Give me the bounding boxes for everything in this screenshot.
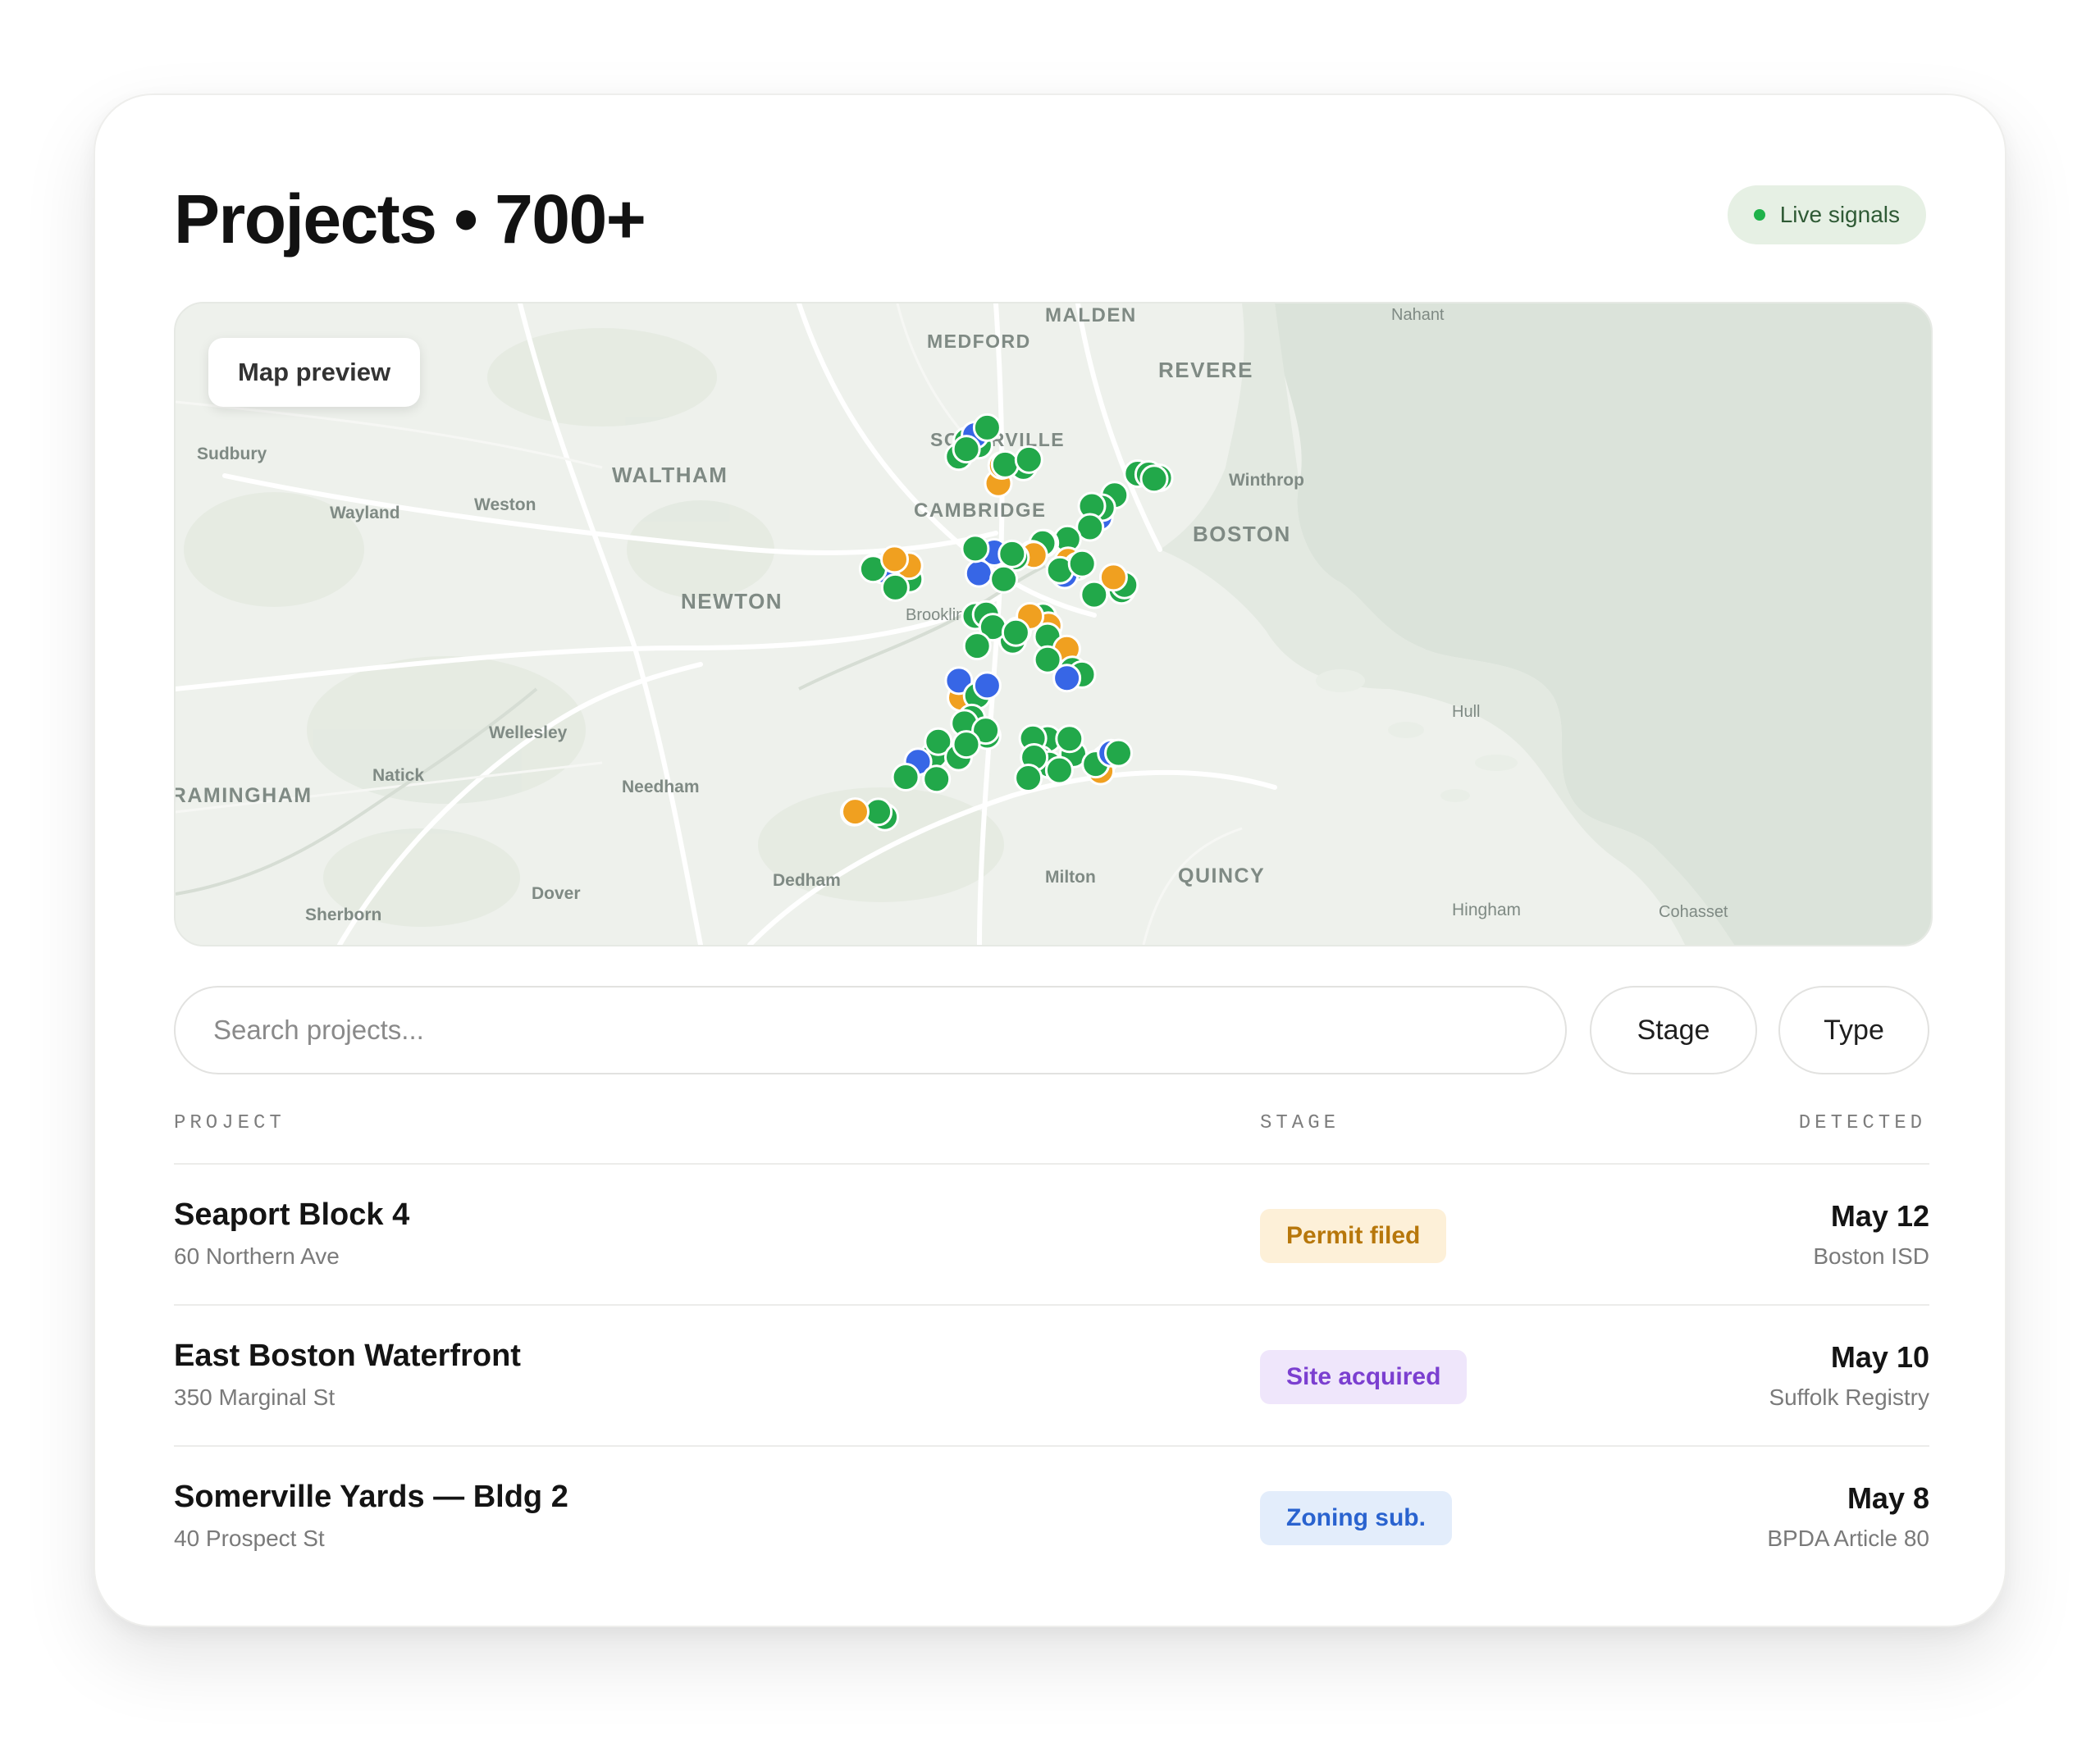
project-marker[interactable] xyxy=(841,797,870,827)
map-label: QUINCY xyxy=(1178,864,1265,887)
project-marker[interactable] xyxy=(1033,645,1062,674)
detected-source: Boston ISD xyxy=(1813,1243,1929,1269)
project-name[interactable]: East Boston Waterfront xyxy=(174,1339,521,1374)
map-label: Needham xyxy=(622,778,700,796)
project-marker[interactable] xyxy=(989,564,1019,594)
map-label: BOSTON xyxy=(1193,522,1291,546)
map-label: MEDFORD xyxy=(927,331,1031,352)
column-header-detected[interactable]: DETECTED xyxy=(1799,1112,1926,1134)
project-address: 40 Prospect St xyxy=(174,1526,325,1551)
project-marker[interactable] xyxy=(952,435,981,464)
project-marker[interactable] xyxy=(1104,738,1133,768)
stage-badge: Zoning sub. xyxy=(1260,1491,1452,1545)
project-marker[interactable] xyxy=(1098,563,1128,592)
map-label: Wellesley xyxy=(489,723,568,742)
page-title: Projects • 700+ xyxy=(174,180,646,258)
map-preview-label: Map preview xyxy=(208,338,421,407)
detected-date: May 12 xyxy=(1830,1199,1929,1233)
map-label: Dover xyxy=(532,884,581,903)
project-marker[interactable] xyxy=(972,413,1002,442)
project-marker[interactable] xyxy=(1014,445,1043,474)
map-label: Winthrop xyxy=(1229,471,1304,490)
project-marker[interactable] xyxy=(1055,724,1084,754)
project-address: 350 Marginal St xyxy=(174,1384,336,1410)
map-label: Wayland xyxy=(330,504,400,522)
project-marker[interactable] xyxy=(998,539,1027,568)
map-label: Hingham xyxy=(1452,901,1521,919)
map-label: Natick xyxy=(372,766,424,785)
map-label: Hull xyxy=(1452,703,1480,721)
project-marker[interactable] xyxy=(1067,549,1097,578)
project-marker[interactable] xyxy=(972,671,1002,700)
project-name[interactable]: Somerville Yards — Bldg 2 xyxy=(174,1480,568,1515)
project-marker[interactable] xyxy=(964,559,993,588)
search-bar[interactable] xyxy=(174,986,1567,1074)
project-marker[interactable] xyxy=(962,632,992,661)
type-filter-button[interactable]: Type xyxy=(1778,986,1929,1074)
map-label: WALTHAM xyxy=(612,463,728,487)
project-name[interactable]: Seaport Block 4 xyxy=(174,1197,409,1233)
project-marker[interactable] xyxy=(1044,755,1074,785)
map-label: Weston xyxy=(474,495,536,514)
map-label: Nahant xyxy=(1391,306,1445,324)
project-marker[interactable] xyxy=(990,449,1020,479)
stage-badge: Permit filed xyxy=(1260,1209,1447,1263)
table-row[interactable]: Seaport Block 4 60 Northern Ave Permit f… xyxy=(174,1163,1929,1306)
column-header-stage[interactable]: STAGE xyxy=(1260,1112,1340,1134)
map-label: Sherborn xyxy=(305,905,381,924)
detected-source: Suffolk Registry xyxy=(1769,1384,1929,1410)
detected-date: May 8 xyxy=(1847,1481,1929,1515)
map-label: MALDEN xyxy=(1045,304,1137,326)
project-marker[interactable] xyxy=(1139,464,1169,494)
map-label: Sudbury xyxy=(197,445,267,463)
project-marker[interactable] xyxy=(961,534,990,563)
table-row[interactable]: East Boston Waterfront 350 Marginal St S… xyxy=(174,1304,1929,1447)
project-marker[interactable] xyxy=(880,572,910,602)
live-signals-label: Live signals xyxy=(1779,202,1900,227)
project-marker[interactable] xyxy=(880,545,909,574)
projects-card: Projects • 700+ Live signals MALDEN MEDF… xyxy=(94,94,2006,1627)
project-marker[interactable] xyxy=(1001,618,1030,647)
live-signals-badge: Live signals xyxy=(1727,185,1926,244)
map-label: CAMBRIDGE xyxy=(914,499,1047,522)
map-label: Dedham xyxy=(773,871,841,890)
map-preview[interactable]: MALDEN MEDFORD Nahant REVERE SOMERVILLE … xyxy=(174,302,1933,946)
project-marker[interactable] xyxy=(922,764,952,794)
map-label: REVERE xyxy=(1158,358,1253,382)
project-marker[interactable] xyxy=(891,763,920,791)
map-label: FRAMINGHAM xyxy=(176,784,313,807)
project-marker[interactable] xyxy=(952,730,981,759)
project-address: 60 Northern Ave xyxy=(174,1243,340,1269)
detected-date: May 10 xyxy=(1830,1340,1929,1374)
map-label: Milton xyxy=(1045,868,1096,887)
search-input[interactable] xyxy=(212,1014,1565,1047)
map-label: Cohasset xyxy=(1659,903,1728,921)
detected-source: BPDA Article 80 xyxy=(1767,1526,1929,1551)
table-row[interactable]: Somerville Yards — Bldg 2 40 Prospect St… xyxy=(174,1445,1929,1588)
map-label: NEWTON xyxy=(681,589,783,614)
column-header-project[interactable]: PROJECT xyxy=(174,1112,285,1134)
live-dot-icon xyxy=(1753,209,1765,221)
map-canvas[interactable]: MALDEN MEDFORD Nahant REVERE SOMERVILLE … xyxy=(176,303,1931,945)
stage-filter-button[interactable]: Stage xyxy=(1590,986,1757,1074)
project-marker[interactable] xyxy=(1014,764,1043,792)
stage-badge: Site acquired xyxy=(1260,1350,1468,1404)
